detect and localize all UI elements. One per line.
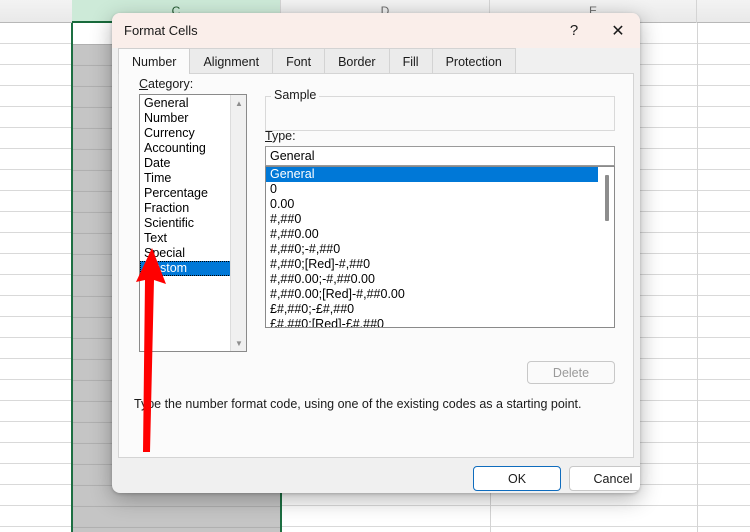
category-items: General Number Currency Accounting Date Time P… (140, 95, 231, 276)
help-icon[interactable]: ? (552, 13, 596, 48)
ok-button[interactable]: OK (473, 466, 561, 491)
type-item[interactable]: #,##0.00 (266, 227, 598, 242)
tab-border[interactable]: Border (324, 48, 390, 74)
category-label-accel: C (139, 77, 149, 91)
cancel-button[interactable]: Cancel (569, 466, 640, 491)
type-item[interactable]: General (266, 167, 598, 182)
type-item[interactable]: #,##0.00;[Red]-#,##0.00 (266, 287, 598, 302)
type-listbox[interactable]: General 0 0.00 #,##0 #,##0.00 #,##0;-#,##0 #,#… (265, 166, 615, 328)
selection-border-left (71, 23, 73, 532)
dialog-tabs: Number Alignment Font Border Fill Protection (112, 48, 640, 74)
category-item-special[interactable]: Special (140, 246, 231, 261)
format-hint-text: Type the number format code, using one o… (134, 397, 582, 411)
category-item-accounting[interactable]: Accounting (140, 141, 231, 156)
category-item-scientific[interactable]: Scientific (140, 216, 231, 231)
category-item-number[interactable]: Number (140, 111, 231, 126)
grid-column-line (697, 23, 698, 532)
type-scrollbar-thumb[interactable] (605, 175, 609, 221)
category-item-fraction[interactable]: Fraction (140, 201, 231, 216)
type-item[interactable]: 0.00 (266, 197, 598, 212)
scroll-up-icon[interactable]: ▲ (231, 95, 246, 111)
category-label: Category: (139, 77, 193, 91)
type-item[interactable]: £#,##0;-£#,##0 (266, 302, 598, 317)
type-items: General 0 0.00 #,##0 #,##0.00 #,##0;-#,##0 #,#… (266, 167, 598, 327)
category-item-custom[interactable]: Custom (140, 261, 231, 276)
selection-row-line (73, 506, 280, 507)
type-label-rest: ype: (271, 129, 296, 143)
type-label: Type: (265, 129, 296, 143)
tab-protection[interactable]: Protection (431, 48, 516, 74)
close-icon[interactable]: ✕ (596, 13, 640, 48)
category-listbox[interactable]: General Number Currency Accounting Date Time P… (139, 94, 247, 352)
type-item[interactable]: #,##0;-#,##0 (266, 242, 598, 257)
category-item-currency[interactable]: Currency (140, 126, 231, 141)
type-item[interactable]: #,##0;[Red]-#,##0 (266, 257, 598, 272)
type-scrollbar[interactable] (598, 167, 614, 327)
number-tab-panel: Category: General Number Currency Accountin… (118, 73, 634, 458)
type-item[interactable]: 0 (266, 182, 598, 197)
format-cells-dialog: Format Cells ? ✕ Number Alignment Font Bord… (112, 13, 640, 493)
selection-row-line (73, 527, 280, 528)
tab-number[interactable]: Number (118, 48, 191, 74)
category-item-general[interactable]: General (140, 96, 231, 111)
type-label-accel: T (265, 129, 272, 143)
titlebar-buttons: ? ✕ (552, 13, 640, 48)
category-label-rest: ategory: (148, 77, 194, 91)
tab-alignment[interactable]: Alignment (189, 48, 274, 74)
tab-fill[interactable]: Fill (388, 48, 433, 74)
type-item[interactable]: #,##0 (266, 212, 598, 227)
category-item-time[interactable]: Time (140, 171, 231, 186)
type-item[interactable]: £#,##0;[Red]-£#,##0 (266, 317, 598, 327)
category-item-percentage[interactable]: Percentage (140, 186, 231, 201)
dialog-titlebar: Format Cells ? ✕ (112, 13, 640, 48)
category-scrollbar[interactable]: ▲ ▼ (230, 95, 246, 351)
type-input[interactable]: General (265, 146, 615, 166)
category-item-text[interactable]: Text (140, 231, 231, 246)
scroll-down-icon[interactable]: ▼ (231, 335, 246, 351)
tab-font[interactable]: Font (272, 48, 326, 74)
sample-label: Sample (271, 88, 320, 102)
type-item[interactable]: #,##0.00;-#,##0.00 (266, 272, 598, 287)
dialog-title: Format Cells (124, 23, 198, 38)
delete-button[interactable]: Delete (527, 361, 615, 384)
category-item-date[interactable]: Date (140, 156, 231, 171)
